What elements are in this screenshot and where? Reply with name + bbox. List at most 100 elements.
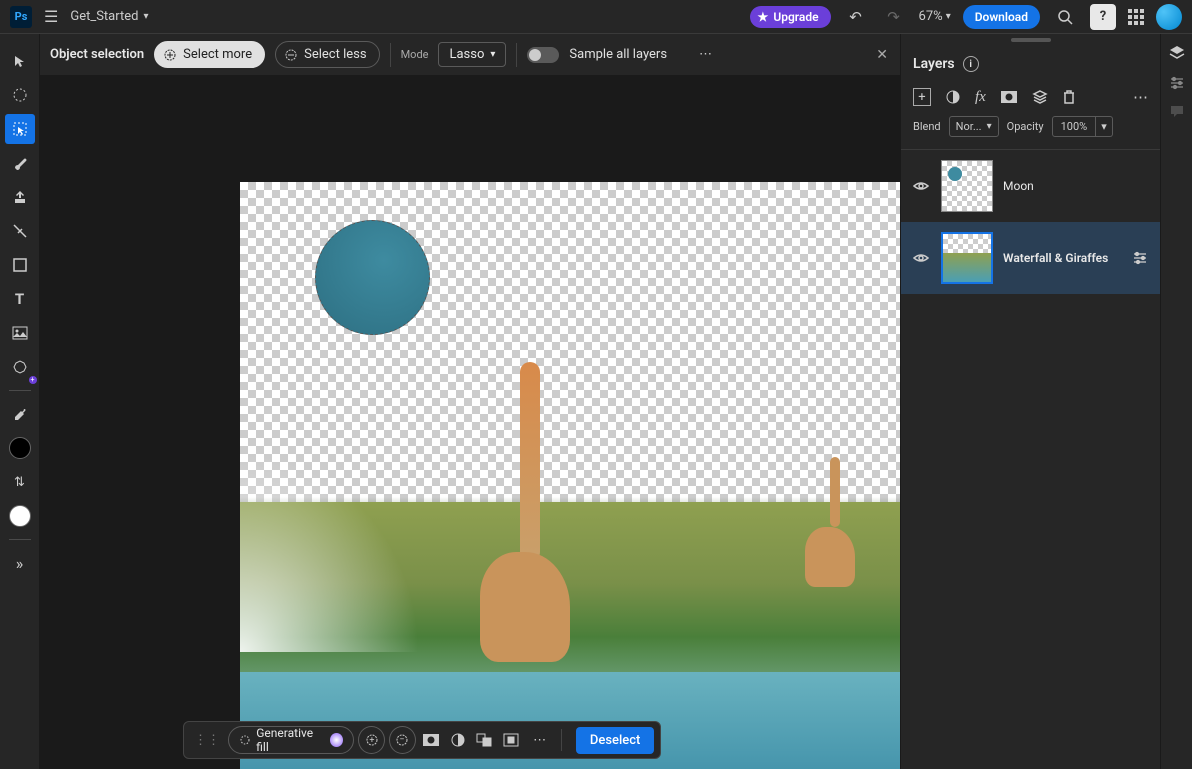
layer-item-moon[interactable]: Moon [901, 150, 1160, 222]
layer-stack-icon[interactable] [1032, 89, 1048, 105]
redo-button[interactable]: ↷ [881, 4, 907, 30]
layer-thumbnail[interactable] [941, 232, 993, 284]
marquee-tool[interactable] [5, 80, 35, 110]
select-more-button[interactable]: Select more [154, 41, 265, 68]
layer-thumbnail[interactable] [941, 160, 993, 212]
contract-selection-icon[interactable]: − [389, 726, 416, 754]
expand-selection-icon[interactable]: + [358, 726, 385, 754]
more-actions-icon[interactable]: ⋯ [526, 726, 553, 754]
chevron-down-icon: ▾ [143, 11, 148, 22]
close-options-icon[interactable]: ✕ [876, 47, 888, 63]
layer-item-waterfall-giraffes[interactable]: Waterfall & Giraffes [901, 222, 1160, 294]
canvas-giraffe-large [465, 362, 575, 692]
layers-panel: Layers i + fx ⋯ Blend Nor... ▾ Opacity 1… [900, 34, 1160, 769]
generative-fill-button[interactable]: Generative fill [228, 726, 354, 754]
star-icon: ★ [758, 10, 769, 24]
mask-icon[interactable] [420, 728, 443, 752]
delete-layer-icon[interactable] [1062, 89, 1076, 105]
options-bar: Object selection Select more Select less… [40, 34, 900, 76]
chevron-down-icon: ▾ [490, 49, 495, 60]
select-less-button[interactable]: Select less [275, 41, 379, 68]
generative-fill-label: Generative fill [256, 726, 324, 754]
text-tool[interactable]: T [5, 284, 35, 314]
document-name: Get_Started [70, 9, 138, 24]
more-options-icon[interactable]: ⋯ [699, 47, 712, 62]
blend-mode-select[interactable]: Nor... ▾ [949, 116, 999, 137]
svg-text:+: + [369, 736, 374, 746]
layers-rail-icon[interactable] [1168, 44, 1186, 62]
mode-label: Mode [401, 48, 429, 61]
panel-grip[interactable] [1011, 38, 1051, 42]
effects-icon[interactable]: fx [975, 89, 986, 106]
document-canvas[interactable] [240, 182, 900, 769]
canvas-giraffe-small [800, 457, 860, 597]
object-selection-tool[interactable] [5, 114, 35, 144]
info-icon[interactable]: i [963, 56, 979, 72]
adjustment-icon[interactable] [446, 728, 469, 752]
panel-menu-icon[interactable]: ⋯ [1133, 88, 1148, 106]
layer-properties-icon[interactable] [1132, 251, 1148, 265]
crop-tool[interactable]: + [5, 352, 35, 382]
menu-icon[interactable]: ☰ [44, 7, 58, 26]
adjustment-layer-icon[interactable] [945, 89, 961, 105]
app-logo[interactable]: Ps [10, 6, 32, 28]
search-icon[interactable] [1052, 4, 1078, 30]
brush-tool[interactable] [5, 148, 35, 178]
chevron-down-icon: ▾ [987, 121, 992, 132]
clone-tool[interactable] [5, 182, 35, 212]
mask-layer-icon[interactable] [1000, 90, 1018, 104]
collapsed-panels-rail [1160, 34, 1192, 769]
invert-icon[interactable] [473, 728, 496, 752]
undo-button[interactable]: ↶ [843, 4, 869, 30]
tools-panel: T + ⇅ » [0, 34, 40, 769]
eyedropper-tool[interactable] [5, 399, 35, 429]
layers-panel-title: Layers [913, 56, 955, 72]
background-color[interactable] [9, 505, 31, 527]
opacity-label: Opacity [1007, 120, 1044, 133]
transform-icon[interactable] [500, 728, 523, 752]
add-layer-icon[interactable]: + [913, 88, 931, 106]
drag-handle-icon[interactable]: ⋮⋮ [190, 733, 224, 748]
layer-name: Moon [1003, 179, 1148, 193]
more-tools[interactable]: » [5, 548, 35, 578]
mode-select[interactable]: Lasso ▾ [438, 42, 506, 67]
document-title[interactable]: Get_Started ▾ [70, 9, 148, 24]
select-less-label: Select less [304, 47, 366, 62]
layer-name: Waterfall & Giraffes [1003, 251, 1122, 265]
zoom-value: 67% [919, 9, 943, 24]
mode-value: Lasso [449, 47, 484, 62]
move-tool[interactable] [5, 46, 35, 76]
canvas-moon-selection [315, 220, 430, 335]
download-button[interactable]: Download [963, 5, 1040, 29]
opacity-dropdown-icon[interactable]: ▾ [1096, 116, 1113, 137]
canvas-mist [240, 452, 420, 652]
selection-action-bar: ⋮⋮ Generative fill + − ⋯ Deselect [183, 721, 661, 759]
sparkle-icon [330, 733, 343, 747]
upgrade-button[interactable]: ★ Upgrade [750, 6, 831, 28]
apps-icon[interactable] [1128, 9, 1144, 25]
blend-label: Blend [913, 120, 941, 133]
upgrade-label: Upgrade [773, 10, 818, 24]
deselect-button[interactable]: Deselect [576, 727, 655, 754]
opacity-value[interactable]: 100% [1052, 116, 1097, 137]
blend-mode-value: Nor... [956, 120, 982, 133]
place-image-tool[interactable] [5, 318, 35, 348]
foreground-color[interactable] [9, 437, 31, 459]
canvas-area[interactable]: ⋮⋮ Generative fill + − ⋯ Deselect [40, 76, 900, 769]
help-button[interactable]: ? [1090, 4, 1116, 30]
sample-all-layers-label: Sample all layers [569, 47, 667, 62]
select-more-label: Select more [183, 47, 252, 62]
top-bar: Ps ☰ Get_Started ▾ ★ Upgrade ↶ ↷ 67% ▾ D… [0, 0, 1192, 34]
eraser-tool[interactable] [5, 216, 35, 246]
comments-rail-icon[interactable] [1169, 104, 1185, 118]
swap-colors[interactable]: ⇅ [5, 467, 35, 497]
visibility-toggle-icon[interactable] [913, 252, 931, 264]
sample-all-layers-toggle[interactable] [527, 47, 559, 63]
chevron-down-icon: ▾ [946, 11, 951, 22]
zoom-display[interactable]: 67% ▾ [919, 9, 951, 24]
visibility-toggle-icon[interactable] [913, 180, 931, 192]
shape-tool[interactable] [5, 250, 35, 280]
user-avatar[interactable] [1156, 4, 1182, 30]
svg-text:−: − [400, 735, 405, 745]
properties-rail-icon[interactable] [1169, 76, 1185, 90]
